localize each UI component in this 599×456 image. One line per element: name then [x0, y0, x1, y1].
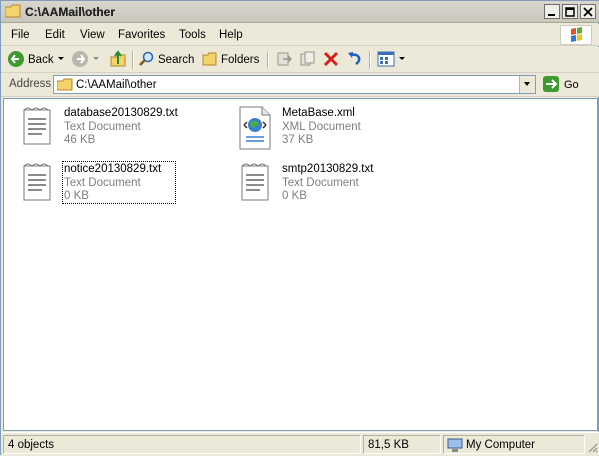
status-size: 81,5 KB	[363, 435, 441, 454]
back-button[interactable]: Back	[7, 50, 65, 70]
windows-logo-icon	[560, 25, 592, 45]
move-to-icon	[275, 50, 293, 71]
text-file-icon	[236, 161, 276, 207]
go-label: Go	[564, 79, 579, 91]
go-button[interactable]: Go	[542, 75, 594, 95]
menu-view[interactable]: View	[80, 29, 105, 41]
undo-icon	[346, 50, 364, 71]
forward-arrow-icon	[71, 50, 89, 71]
folders-button[interactable]: Folders	[202, 50, 259, 70]
close-button[interactable]	[580, 4, 596, 19]
go-arrow-icon	[542, 75, 560, 96]
search-button[interactable]: Search	[139, 50, 194, 70]
my-computer-icon	[447, 438, 463, 456]
total-size-text: 81,5 KB	[368, 439, 409, 451]
object-count-text: 4 objects	[8, 439, 55, 451]
chevron-down-icon[interactable]	[398, 54, 406, 66]
menu-edit[interactable]: Edit	[45, 29, 65, 41]
chevron-down-icon[interactable]	[92, 54, 100, 66]
file-type: Text Document	[64, 121, 141, 133]
text-file-icon	[18, 105, 58, 151]
back-label: Back	[28, 54, 54, 66]
file-type: XML Document	[282, 121, 361, 133]
file-size: 46 KB	[64, 134, 96, 146]
delete-x-icon	[323, 51, 339, 70]
menu-file[interactable]: File	[11, 29, 30, 41]
file-size: 0 KB	[282, 190, 307, 202]
copy-to-icon	[299, 50, 317, 71]
location-text: My Computer	[466, 439, 536, 451]
up-folder-icon	[109, 49, 127, 71]
search-icon	[139, 51, 155, 70]
address-label: Address	[9, 78, 52, 90]
folders-icon	[202, 51, 218, 70]
chevron-down-icon[interactable]	[57, 54, 65, 66]
file-name: smtp20130829.txt	[282, 163, 374, 175]
toolbar-divider	[267, 51, 268, 69]
resize-grip-icon[interactable]	[586, 441, 598, 453]
file-size: 0 KB	[64, 190, 89, 202]
chevron-down-icon	[520, 82, 534, 95]
folder-icon	[4, 4, 21, 18]
file-item-focused[interactable]: notice20130829.txt Text Document 0 KB	[18, 161, 228, 213]
menu-tools[interactable]: Tools	[179, 29, 206, 41]
file-item[interactable]: MetaBase.xml XML Document 37 KB	[236, 105, 446, 157]
search-label: Search	[158, 54, 195, 66]
window-title: C:\AAMail\other	[25, 5, 115, 19]
menu-favorites[interactable]: Favorites	[118, 29, 165, 41]
text-file-icon	[18, 161, 58, 207]
title-bar[interactable]: C:\AAMail\other	[1, 1, 599, 23]
address-input[interactable]: C:\AAMail\other	[53, 75, 536, 94]
status-location: My Computer	[443, 435, 585, 454]
file-name: database20130829.txt	[64, 107, 178, 119]
views-icon	[377, 51, 395, 70]
address-bar: Address C:\AAMail\other Go	[1, 73, 599, 97]
status-object-count: 4 objects	[3, 435, 361, 454]
folders-label: Folders	[221, 54, 260, 66]
address-dropdown-button[interactable]	[519, 76, 535, 93]
views-button[interactable]	[377, 50, 406, 70]
move-to-button[interactable]	[275, 50, 293, 70]
file-view[interactable]: database20130829.txt Text Document 46 KB…	[3, 98, 598, 431]
explorer-window: C:\AAMail\other File Edit View Favorites…	[0, 0, 599, 455]
up-folder-button[interactable]	[109, 49, 127, 71]
file-name: MetaBase.xml	[282, 107, 355, 119]
file-name: notice20130829.txt	[64, 163, 162, 175]
xml-file-icon	[236, 105, 276, 151]
toolbar-divider	[132, 51, 133, 69]
undo-button[interactable]	[346, 50, 364, 70]
folder-icon	[56, 78, 73, 94]
toolbar-divider	[369, 51, 370, 69]
menu-bar: File Edit View Favorites Tools Help	[1, 24, 599, 46]
file-type: Text Document	[282, 177, 359, 189]
file-type: Text Document	[64, 177, 141, 189]
forward-button[interactable]	[71, 50, 100, 70]
menu-help[interactable]: Help	[219, 29, 243, 41]
back-arrow-icon	[7, 50, 25, 71]
file-size: 37 KB	[282, 134, 314, 146]
delete-button[interactable]	[323, 50, 339, 70]
maximize-button[interactable]	[562, 4, 578, 19]
toolbar: Back Search Folders	[1, 47, 599, 73]
minimize-button[interactable]	[544, 4, 560, 19]
copy-to-button[interactable]	[299, 50, 317, 70]
file-item[interactable]: database20130829.txt Text Document 46 KB	[18, 105, 228, 157]
status-bar: 4 objects 81,5 KB My Computer	[1, 432, 599, 455]
address-value[interactable]: C:\AAMail\other	[76, 79, 157, 91]
file-item[interactable]: smtp20130829.txt Text Document 0 KB	[236, 161, 446, 213]
